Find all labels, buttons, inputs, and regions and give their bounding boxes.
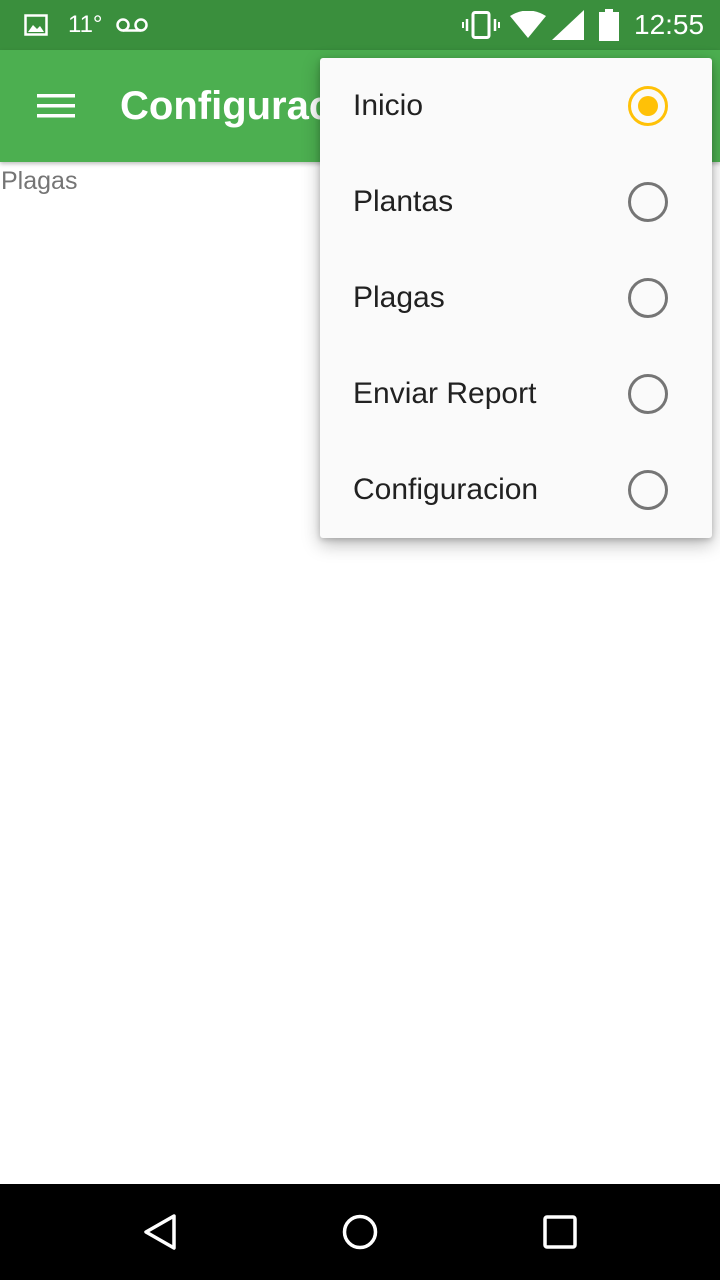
- back-icon[interactable]: [124, 1196, 196, 1268]
- battery-icon: [598, 0, 620, 50]
- recents-icon[interactable]: [524, 1196, 596, 1268]
- navigation-popup-menu: Inicio Plantas Plagas Enviar Report Conf…: [320, 58, 712, 538]
- status-bar: 11° 12:55: [0, 0, 720, 50]
- home-icon[interactable]: [324, 1196, 396, 1268]
- clock-time: 12:55: [634, 9, 705, 40]
- temperature-text: 11°: [68, 11, 103, 38]
- radio-button[interactable]: [628, 278, 668, 318]
- cell-signal-icon: [552, 0, 584, 50]
- menu-item-label: Enviar Report: [353, 377, 537, 410]
- menu-item-label: Inicio: [353, 89, 424, 122]
- radio-button[interactable]: [628, 470, 668, 510]
- wifi-icon: [510, 0, 546, 50]
- system-navigation-bar: [0, 1184, 720, 1280]
- menu-item-label: Plagas: [353, 281, 445, 314]
- vibrate-icon: [462, 0, 500, 50]
- menu-item-enviar-report[interactable]: Enviar Report: [320, 346, 712, 442]
- hamburger-menu-icon[interactable]: [20, 70, 92, 142]
- menu-item-configuracion[interactable]: Configuracion: [320, 442, 712, 538]
- menu-item-label: Plantas: [353, 185, 454, 218]
- menu-item-inicio[interactable]: Inicio: [320, 58, 712, 154]
- radio-button[interactable]: [628, 374, 668, 414]
- menu-item-plantas[interactable]: Plantas: [320, 154, 712, 250]
- radio-button[interactable]: [628, 182, 668, 222]
- menu-item-plagas[interactable]: Plagas: [320, 250, 712, 346]
- voicemail-icon: [116, 0, 148, 50]
- image-icon: [24, 0, 48, 50]
- radio-button-checked[interactable]: [628, 86, 668, 126]
- content-label: Plagas: [1, 167, 78, 195]
- menu-item-label: Configuracion: [353, 473, 539, 506]
